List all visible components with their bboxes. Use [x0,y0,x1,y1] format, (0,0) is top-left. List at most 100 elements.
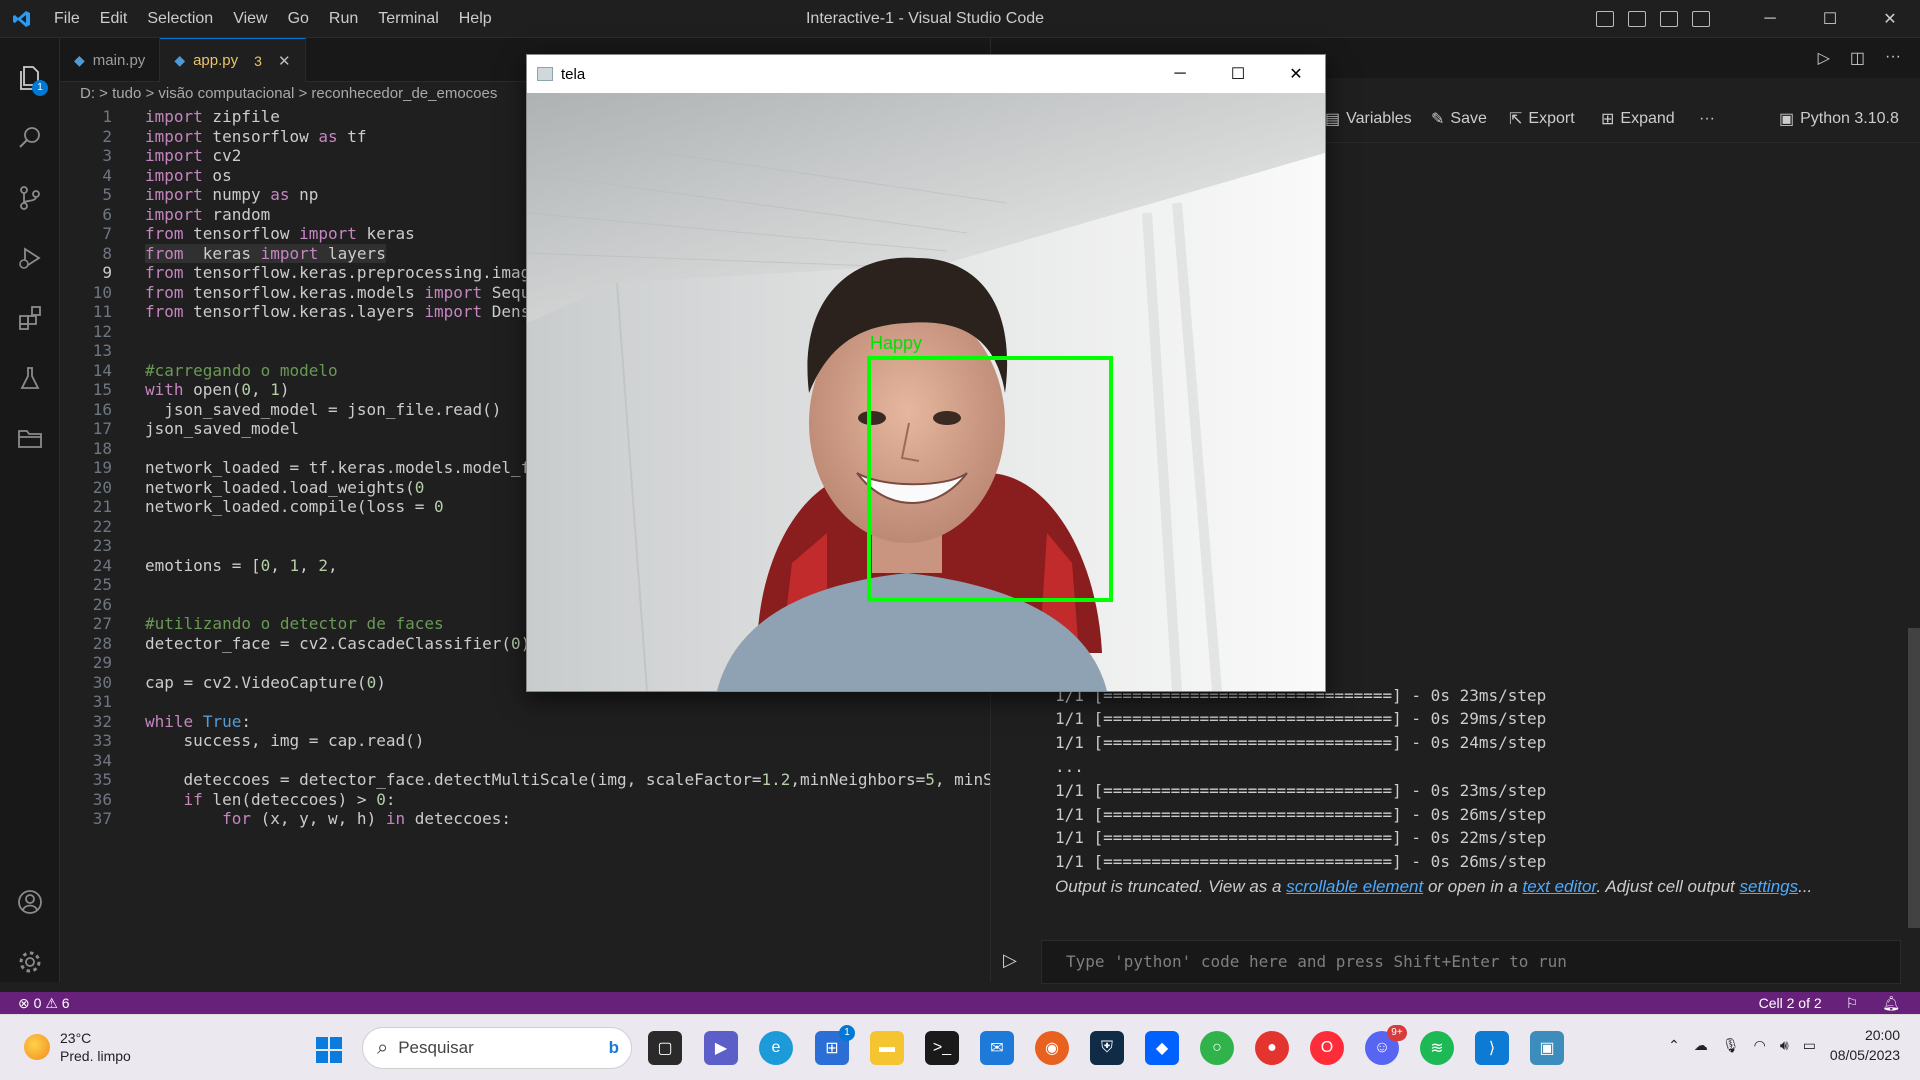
line-number: 37 [92,809,112,828]
line-number: 18 [92,438,112,458]
clock[interactable]: 20:00 08/05/2023 [1830,1025,1900,1065]
extensions-icon[interactable] [0,290,60,346]
scrollable-element-link[interactable]: scrollable element [1286,877,1423,896]
cell-indicator[interactable]: Cell 2 of 2 [1759,995,1822,1012]
dropbox-icon[interactable]: ◆ [1145,1031,1179,1065]
line-number: 34 [92,750,112,770]
truncated-notice: Output is truncated. View as a scrollabl… [1055,877,1812,897]
sync-app-icon[interactable]: ○ [1200,1031,1234,1065]
chrome-icon[interactable]: ● [1255,1031,1289,1065]
discord-badge: 9+ [1387,1025,1407,1041]
settings-link[interactable]: settings [1740,877,1799,896]
run-cell-icon[interactable]: ▷ [1003,950,1017,971]
testing-icon[interactable] [0,350,60,406]
code-text: import random [145,204,271,224]
menu-run[interactable]: Run [319,0,368,38]
menu-view[interactable]: View [223,0,277,38]
maximize-button[interactable]: ☐ [1800,0,1860,38]
onedrive-cloud-icon[interactable]: ☁ [1694,1037,1708,1054]
code-text: #utilizando o detector de faces [145,614,444,633]
teams-chat-icon[interactable]: ▶ [704,1031,738,1065]
explorer-icon[interactable]: 1 [0,50,60,106]
source-control-icon[interactable] [0,170,60,226]
file-explorer-icon[interactable]: ▬ [870,1031,904,1065]
code-text: network_loaded.compile(loss = 0 [145,497,444,516]
opencv-maximize-button[interactable]: ☐ [1209,55,1267,93]
menu-go[interactable]: Go [278,0,319,38]
discord-icon[interactable]: ☺ 9+ [1365,1025,1407,1065]
code-text: from tensorflow.keras.layers import Dens [145,302,531,321]
code-text: from keras import layers [145,243,386,263]
weather-widget[interactable]: 23°C Pred. limpo [24,1029,131,1065]
edge-icon[interactable]: e [759,1031,793,1065]
tab-app-py[interactable]: ◆ app.py 3 ✕ [160,38,306,82]
python-input-box[interactable]: Type 'python' code here and press Shift+… [1041,940,1901,984]
line-number: 10 [92,282,112,302]
folder-icon[interactable] [0,410,60,466]
minimize-button[interactable]: ─ [1740,0,1800,38]
vscode-logo-icon [0,0,44,38]
line-number: 24 [92,555,112,575]
save-button[interactable]: ✎ Save [1431,109,1487,129]
terminal-icon[interactable]: >_ [925,1031,959,1065]
menu-file[interactable]: File [44,0,90,38]
line-number: 16 [92,399,112,419]
store-icon[interactable]: ⊞ 1 [815,1025,855,1065]
customize-layout-icon[interactable] [1692,11,1710,27]
opencv-minimize-button[interactable]: ─ [1151,55,1209,93]
tab-label: main.py [92,51,146,69]
toggle-primary-sidebar-icon[interactable] [1596,11,1614,27]
explorer-badge: 1 [32,80,48,96]
accounts-icon[interactable] [0,874,60,930]
kernel-picker[interactable]: ▣ Python 3.10.8 [1779,109,1899,129]
toolbar-more-button[interactable]: ··· [1699,110,1715,128]
tab-main-py[interactable]: ◆ main.py [60,38,161,82]
tab-label: app.py [193,52,239,69]
spotify-icon[interactable]: ≋ [1420,1031,1454,1065]
opencv-title-bar[interactable]: tela ─ ☐ ✕ [527,55,1325,93]
output-scrollbar[interactable] [1908,628,1920,928]
code-text: import zipfile [145,107,280,126]
battery-icon[interactable]: ▭ [1803,1037,1816,1054]
feedback-icon[interactable]: ⚐ [1846,995,1859,1012]
opera-icon[interactable]: O [1310,1031,1344,1065]
variables-button[interactable]: ▤ Variables [1325,109,1412,129]
run-icon[interactable]: ▷ [1818,48,1830,68]
menu-help[interactable]: Help [449,0,502,38]
more-actions-icon[interactable]: ··· [1885,48,1901,68]
menu-terminal[interactable]: Terminal [368,0,448,38]
line-number: 21 [92,497,112,516]
code-text: for (x, y, w, h) in deteccoes: [222,809,512,828]
volume-icon[interactable]: 🔊︎ [1780,1037,1789,1054]
export-button[interactable]: ⇱ Export [1509,109,1575,129]
python-window-taskbar-icon[interactable]: ▣ [1530,1031,1564,1065]
menu-selection[interactable]: Selection [137,0,223,38]
task-view-icon[interactable]: ▢ [648,1031,682,1065]
bitwarden-icon[interactable]: ⛨ [1090,1031,1124,1065]
close-button[interactable]: ✕ [1860,0,1920,38]
problems-indicator[interactable]: ⊗ 0 ⚠ 6 [18,995,70,1012]
firefox-icon[interactable]: ◉ [1035,1031,1069,1065]
mail-icon[interactable]: ✉ [980,1031,1014,1065]
vscode-taskbar-icon[interactable]: ⟩ [1475,1031,1509,1065]
close-tab-icon[interactable]: ✕ [278,52,291,70]
wifi-icon[interactable]: ◠ [1754,1037,1766,1054]
toggle-panel-icon[interactable] [1628,11,1646,27]
taskbar-search[interactable]: ⌕ Pesquisar b [362,1027,632,1069]
run-debug-icon[interactable] [0,230,60,286]
menu-edit[interactable]: Edit [90,0,138,38]
microphone-icon[interactable]: 🎙︎ [1722,1037,1740,1054]
windows-start-icon[interactable] [312,1033,346,1067]
text-editor-link[interactable]: text editor [1522,877,1596,896]
code-line[interactable]: 37 for (x, y, w, h) in deteccoes: [60,809,990,833]
settings-gear-icon[interactable] [0,934,60,990]
show-hidden-icons-icon[interactable]: ⌃ [1668,1037,1680,1054]
toggle-secondary-sidebar-icon[interactable] [1660,11,1678,27]
opencv-close-button[interactable]: ✕ [1267,55,1325,93]
clock-date: 08/05/2023 [1829,1047,1900,1063]
notifications-bell-icon[interactable]: 🔔︎ [1882,995,1900,1012]
search-icon[interactable] [0,110,60,166]
expand-button[interactable]: ⊞ Expand [1601,109,1675,129]
code-text: deteccoes = detector_face.detectMultiSca… [145,770,990,789]
split-editor-icon[interactable]: ◫ [1850,48,1865,68]
